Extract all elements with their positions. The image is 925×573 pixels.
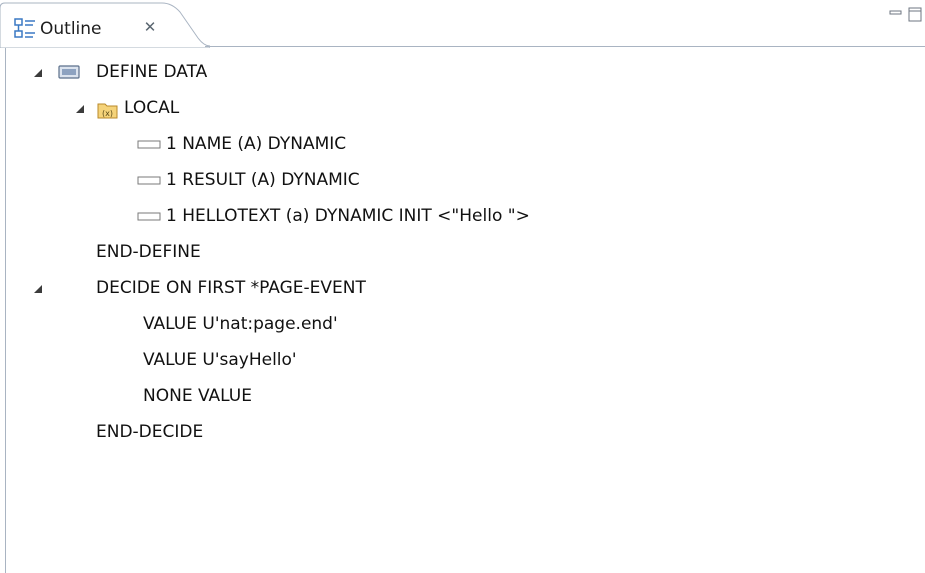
tree-node-field-name[interactable]: 1 NAME (A) DYNAMIC	[0, 126, 925, 162]
tree-node-label: VALUE U'sayHello'	[143, 350, 297, 370]
tree-node-label: 1 NAME (A) DYNAMIC	[166, 134, 347, 154]
tree-node-none-value[interactable]: NONE VALUE	[0, 378, 925, 414]
tree-node-value-page-end[interactable]: VALUE U'nat:page.end'	[0, 306, 925, 342]
tree-node-label: DECIDE ON FIRST *PAGE-EVENT	[96, 278, 366, 298]
minimize-icon[interactable]	[889, 6, 903, 20]
tree-node-label: END-DEFINE	[96, 242, 201, 262]
tree-node-define-data[interactable]: DEFINE DATA	[0, 54, 925, 90]
tree-node-label: VALUE U'nat:page.end'	[143, 314, 338, 334]
tree-node-decide[interactable]: DECIDE ON FIRST *PAGE-EVENT	[0, 270, 925, 306]
tree-node-label: 1 HELLOTEXT (a) DYNAMIC INIT <"Hello ">	[166, 206, 530, 226]
tree-node-field-hellotext[interactable]: 1 HELLOTEXT (a) DYNAMIC INIT <"Hello ">	[0, 198, 925, 234]
expanded-arrow-icon[interactable]	[75, 90, 87, 126]
tree-node-value-say-hello[interactable]: VALUE U'sayHello'	[0, 342, 925, 378]
tree-node-label: NONE VALUE	[143, 386, 252, 406]
outline-view: Outline ✕ DEFINE DATA (x) LOCAL 1 NAME (…	[0, 0, 925, 573]
tree-node-local[interactable]: (x) LOCAL	[0, 90, 925, 126]
expanded-arrow-icon[interactable]	[33, 270, 45, 306]
expanded-arrow-icon[interactable]	[33, 54, 45, 90]
svg-text:(x): (x)	[102, 109, 113, 118]
tree-node-label: DEFINE DATA	[96, 62, 208, 82]
outline-tree: DEFINE DATA (x) LOCAL 1 NAME (A) DYNAMIC…	[0, 54, 925, 450]
tree-node-label: LOCAL	[124, 98, 180, 118]
tree-node-end-decide[interactable]: END-DECIDE	[0, 414, 925, 450]
tree-node-field-result[interactable]: 1 RESULT (A) DYNAMIC	[0, 162, 925, 198]
outline-icon	[14, 18, 36, 40]
tab-title[interactable]: Outline	[40, 19, 102, 39]
tab-strip-border	[205, 46, 925, 47]
tree-node-label: END-DECIDE	[96, 422, 204, 442]
tree-node-end-define[interactable]: END-DEFINE	[0, 234, 925, 270]
tree-node-label: 1 RESULT (A) DYNAMIC	[166, 170, 360, 190]
maximize-icon[interactable]	[908, 6, 922, 22]
close-icon[interactable]: ✕	[141, 18, 159, 36]
tab-strip: Outline ✕	[0, 0, 925, 48]
